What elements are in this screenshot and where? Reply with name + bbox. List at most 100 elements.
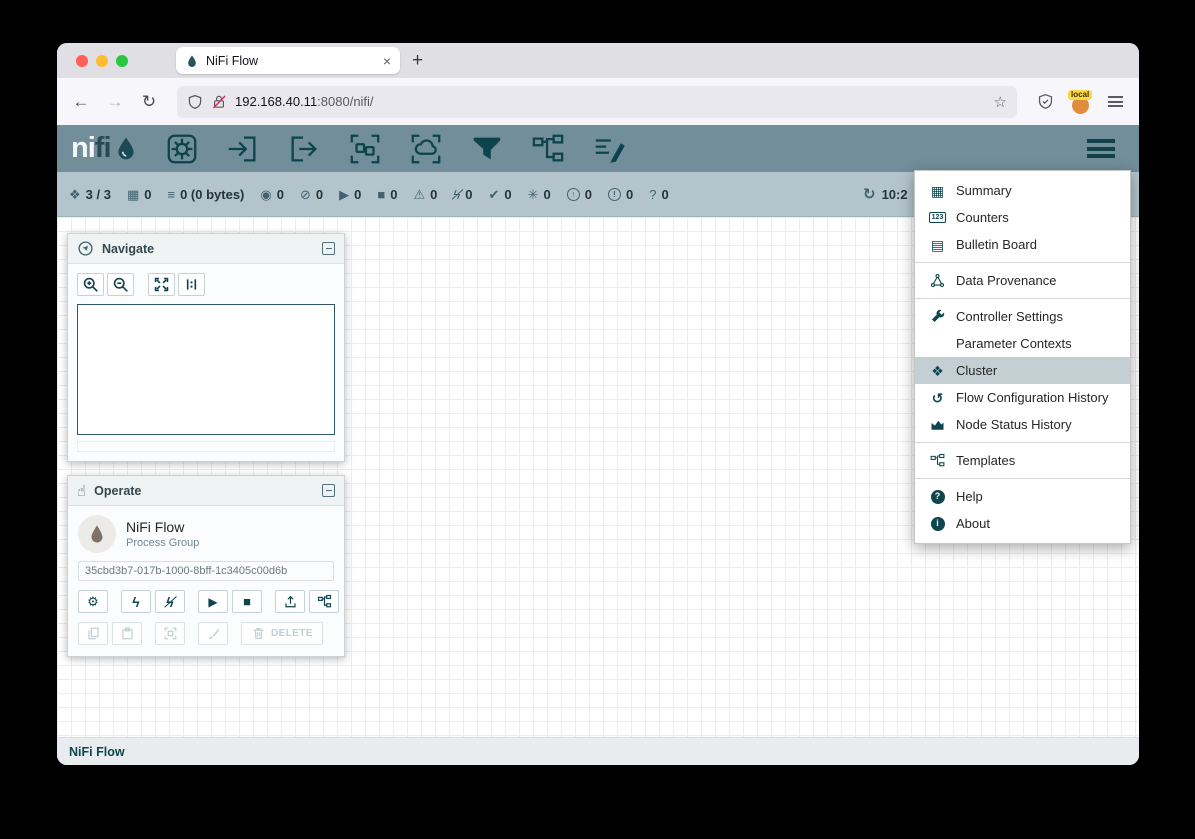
group-icon <box>163 626 178 641</box>
sync-failure-icon: ? <box>649 188 656 201</box>
paint-brush-icon <box>206 626 221 641</box>
insecure-lock-icon[interactable] <box>211 94 227 110</box>
menu-item-templates[interactable]: Templates <box>915 447 1130 474</box>
url-bar[interactable]: 192.168.40.11:8080/nifi/ ☆ <box>177 86 1017 118</box>
menu-item-data-provenance[interactable]: Data Provenance <box>915 267 1130 294</box>
copy-button[interactable] <box>78 622 108 645</box>
reload-button[interactable]: ↻ <box>135 88 163 116</box>
start-button[interactable]: ▶ <box>198 590 228 613</box>
profile-avatar[interactable]: local <box>1068 90 1094 114</box>
disabled-count: 0 <box>465 187 472 202</box>
minimize-window-button[interactable] <box>96 55 108 67</box>
refresh-icon[interactable]: ↻ <box>863 187 876 202</box>
queued-icon: ≡ <box>167 188 175 201</box>
menu-item-controller-settings[interactable]: Controller Settings <box>915 303 1130 330</box>
input-port-tool[interactable] <box>226 132 260 166</box>
template-tool[interactable] <box>531 132 565 166</box>
label-tool[interactable] <box>592 132 626 166</box>
operate-palette-header[interactable]: ☝ Operate <box>68 476 344 506</box>
up-to-date-icon: ✔ <box>488 188 499 201</box>
create-template-button[interactable] <box>309 590 339 613</box>
remote-process-group-tool[interactable] <box>409 132 443 166</box>
help-icon: ? <box>931 490 945 504</box>
processor-tool[interactable] <box>165 132 199 166</box>
process-group-drop-icon <box>78 515 116 553</box>
stop-button[interactable]: ■ <box>232 590 262 613</box>
bulletin-board-icon: ▤ <box>928 238 947 252</box>
browser-tab[interactable]: NiFi Flow × <box>176 47 400 74</box>
global-menu-icon[interactable] <box>1087 139 1115 158</box>
menu-item-summary[interactable]: ▦ Summary <box>915 177 1130 204</box>
menu-item-bulletin-board[interactable]: ▤ Bulletin Board <box>915 231 1130 258</box>
operate-collapse-button[interactable] <box>322 484 335 497</box>
fill-color-button[interactable] <box>198 622 228 645</box>
invalid-count: 0 <box>430 187 437 202</box>
menu-item-parameter-contexts[interactable]: Parameter Contexts <box>915 330 1130 357</box>
last-refresh-time: 10:2 <box>882 187 908 202</box>
connected-nodes-count: 3 / 3 <box>86 187 111 202</box>
status-stale: ↑ 0 <box>567 187 592 202</box>
funnel-tool[interactable] <box>470 132 504 166</box>
menu-item-cluster[interactable]: ❖ Cluster <box>915 357 1130 384</box>
locally-modified-stale-count: 0 <box>626 187 633 202</box>
delete-button[interactable]: DELETE <box>241 622 323 645</box>
group-button[interactable] <box>155 622 185 645</box>
navigate-palette-header[interactable]: Navigate <box>68 234 344 264</box>
running-count: 0 <box>354 187 361 202</box>
zoom-window-button[interactable] <box>116 55 128 67</box>
menu-item-help[interactable]: ? Help <box>915 483 1130 510</box>
stopped-icon: ■ <box>377 188 385 201</box>
menu-item-flow-configuration-history[interactable]: ↺ Flow Configuration History <box>915 384 1130 411</box>
menu-label: Bulletin Board <box>956 237 1037 252</box>
counters-icon: 123 <box>929 212 946 223</box>
extension-shield-icon[interactable] <box>1037 93 1054 110</box>
menu-item-about[interactable]: i About <box>915 510 1130 537</box>
window-controls <box>57 55 142 67</box>
operate-buttons-row-2: DELETE <box>78 622 334 645</box>
output-port-tool[interactable] <box>287 132 321 166</box>
process-group-tool[interactable] <box>348 132 382 166</box>
menu-item-node-status-history[interactable]: Node Status History <box>915 411 1130 438</box>
operate-buttons-row-1: ⚙ ϟ ϟ ▶ ■ <box>78 590 334 613</box>
cluster-menu-icon: ❖ <box>928 364 947 378</box>
forward-button[interactable]: → <box>101 88 129 116</box>
status-stopped: ■ 0 <box>377 187 397 202</box>
breadcrumb[interactable]: NiFi Flow <box>69 745 125 759</box>
birdseye-brush[interactable] <box>77 441 335 452</box>
locally-modified-stale-icon: ! <box>608 188 621 201</box>
new-tab-button[interactable]: + <box>412 51 423 70</box>
birdseye-minimap[interactable] <box>77 304 335 435</box>
navigate-collapse-button[interactable] <box>322 242 335 255</box>
configuration-button[interactable]: ⚙ <box>78 590 108 613</box>
menu-label: Node Status History <box>956 417 1072 432</box>
zoom-actual-size-button[interactable] <box>178 273 205 296</box>
breadcrumb-bar: NiFi Flow <box>57 737 1139 765</box>
disable-button[interactable]: ϟ <box>155 590 185 613</box>
address-text[interactable]: 192.168.40.11:8080/nifi/ <box>235 94 986 109</box>
close-window-button[interactable] <box>76 55 88 67</box>
back-button[interactable]: ← <box>67 88 95 116</box>
menu-label: Help <box>956 489 983 504</box>
enable-button[interactable]: ϟ <box>121 590 151 613</box>
status-connected-nodes: ❖ 3 / 3 <box>69 187 111 202</box>
summary-icon: ▦ <box>928 184 947 198</box>
refresh-status[interactable]: ↻ 10:2 <box>863 172 908 216</box>
bookmark-star-icon[interactable]: ☆ <box>994 93 1007 111</box>
not-transmitting-count: 0 <box>316 187 323 202</box>
disabled-icon: ϟ <box>453 188 460 201</box>
zoom-in-button[interactable] <box>77 273 104 296</box>
menu-item-counters[interactable]: 123 Counters <box>915 204 1130 231</box>
menu-label: Parameter Contexts <box>956 336 1072 351</box>
transmitting-count: 0 <box>277 187 284 202</box>
zoom-fit-button[interactable] <box>148 273 175 296</box>
menu-label: Controller Settings <box>956 309 1063 324</box>
tab-close-icon[interactable]: × <box>383 54 391 68</box>
nifi-app: nifi <box>57 125 1139 765</box>
paste-button[interactable] <box>112 622 142 645</box>
upload-template-button[interactable] <box>275 590 305 613</box>
zoom-out-button[interactable] <box>107 273 134 296</box>
create-template-icon <box>317 594 332 609</box>
protections-shield-icon[interactable] <box>187 94 203 110</box>
browser-menu-icon[interactable] <box>1108 96 1123 107</box>
sync-failure-count: 0 <box>661 187 668 202</box>
